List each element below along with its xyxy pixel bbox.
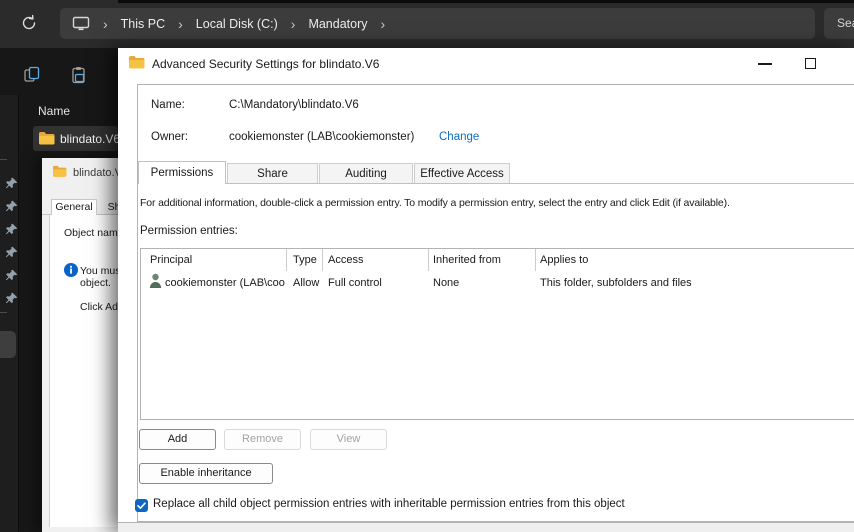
refresh-button[interactable] — [20, 14, 40, 34]
properties-title: blindato.V — [73, 167, 118, 179]
tab-permissions[interactable]: Permissions — [138, 161, 226, 184]
screen: › This PC › Local Disk (C:) › Mandatory … — [0, 0, 854, 532]
cell-applies-to[interactable]: This folder, subfolders and files — [540, 277, 692, 289]
window-edge — [118, 0, 854, 3]
info-icon — [64, 263, 78, 277]
dialog-footer — [118, 522, 854, 532]
search-box-text: Sea — [837, 16, 854, 30]
properties-tab-sharing[interactable]: Sha — [100, 201, 118, 214]
chevron-right-icon: › — [380, 15, 386, 32]
breadcrumb-local-disk[interactable]: Local Disk (C:) — [196, 17, 278, 31]
explorer-topbar: › This PC › Local Disk (C:) › Mandatory … — [0, 0, 854, 48]
properties-info-text: Click Ad — [80, 301, 118, 313]
pin-icon[interactable] — [5, 292, 18, 305]
remove-button[interactable]: Remove — [224, 429, 301, 450]
pin-icon[interactable] — [5, 200, 18, 213]
object-name-label: Object name — [64, 227, 118, 239]
pin-icon[interactable] — [5, 177, 18, 190]
folder-icon — [129, 56, 145, 69]
maximize-icon — [805, 58, 816, 69]
paste-button[interactable] — [70, 66, 88, 84]
col-header-access[interactable]: Access — [328, 254, 363, 266]
dialog-title: Advanced Security Settings for blindato.… — [152, 57, 380, 71]
breadcrumb-mandatory[interactable]: Mandatory — [308, 17, 367, 31]
properties-tab-page: Object name You mus object. Click Ad — [49, 215, 118, 527]
change-owner-link[interactable]: Change — [439, 131, 479, 143]
properties-tab-general[interactable]: General — [51, 199, 97, 215]
rail-divider — [0, 159, 7, 160]
owner-label: Owner: — [151, 131, 189, 143]
pin-icon[interactable] — [5, 269, 18, 282]
column-separator[interactable] — [428, 249, 429, 271]
permissions-description: For additional information, double-click… — [140, 197, 730, 209]
address-bar[interactable]: › This PC › Local Disk (C:) › Mandatory … — [60, 8, 815, 39]
copy-icon — [24, 66, 40, 82]
maximize-button[interactable] — [788, 48, 834, 80]
col-header-inherited-from[interactable]: Inherited from — [433, 254, 501, 266]
breadcrumb-this-pc[interactable]: This PC — [121, 17, 165, 31]
minimize-icon — [758, 63, 772, 65]
copy-button[interactable] — [23, 66, 41, 84]
enable-inheritance-button[interactable]: Enable inheritance — [139, 463, 273, 484]
col-header-type[interactable]: Type — [293, 254, 317, 266]
add-button[interactable]: Add — [139, 429, 216, 450]
file-label: blindato.V6 — [60, 132, 121, 146]
properties-info-text: object. — [80, 277, 111, 289]
minimize-button[interactable] — [742, 48, 788, 80]
rail-selected-item[interactable] — [0, 331, 16, 358]
col-header-applies-to[interactable]: Applies to — [540, 254, 588, 266]
permission-entries-label: Permission entries: — [140, 225, 238, 237]
folder-icon — [39, 132, 55, 145]
name-value: C:\Mandatory\blindato.V6 — [229, 99, 359, 111]
user-icon — [149, 273, 162, 288]
replace-permissions-checkbox[interactable] — [135, 499, 148, 512]
column-separator[interactable] — [535, 249, 536, 271]
view-button[interactable]: View — [310, 429, 387, 450]
check-icon — [137, 502, 146, 509]
chevron-right-icon: › — [290, 15, 296, 32]
column-separator[interactable] — [286, 249, 287, 271]
name-label: Name: — [151, 99, 185, 111]
cell-inherited-from[interactable]: None — [433, 277, 459, 289]
owner-value: cookiemonster (LAB\cookiemonster) — [229, 131, 415, 143]
file-row-blindato[interactable]: blindato.V6 — [33, 126, 121, 151]
chevron-right-icon: › — [103, 15, 108, 32]
column-header-name[interactable]: Name — [38, 104, 70, 118]
tab-auditing[interactable]: Auditing — [319, 163, 413, 183]
search-box[interactable]: Sea — [824, 8, 854, 39]
column-separator[interactable] — [322, 249, 323, 271]
chevron-right-icon: › — [178, 15, 183, 32]
folder-icon — [53, 165, 67, 177]
permission-entries-table[interactable]: Principal Type Access Inherited from App… — [140, 248, 854, 420]
pin-icon[interactable] — [5, 246, 18, 259]
advanced-security-dialog: Advanced Security Settings for blindato.… — [118, 48, 854, 532]
rail-divider — [0, 312, 7, 313]
cell-type[interactable]: Allow — [293, 277, 319, 289]
nav-rail — [0, 95, 19, 532]
paste-icon — [72, 67, 85, 84]
cell-access[interactable]: Full control — [328, 277, 382, 289]
properties-info-text: You mus — [80, 265, 118, 277]
pin-icon[interactable] — [5, 223, 18, 236]
properties-dialog: blindato.V General Sha Object name You m… — [42, 158, 118, 532]
cell-principal[interactable]: cookiemonster (LAB\cookiemo... — [165, 277, 285, 289]
replace-permissions-label: Replace all child object permission entr… — [153, 498, 625, 510]
this-pc-icon — [72, 16, 90, 31]
col-header-principal[interactable]: Principal — [150, 254, 192, 266]
tab-share[interactable]: Share — [227, 163, 318, 183]
dialog-content-panel: Name: C:\Mandatory\blindato.V6 Owner: co… — [135, 84, 854, 522]
refresh-icon — [22, 14, 36, 30]
tab-effective-access[interactable]: Effective Access — [414, 163, 510, 183]
